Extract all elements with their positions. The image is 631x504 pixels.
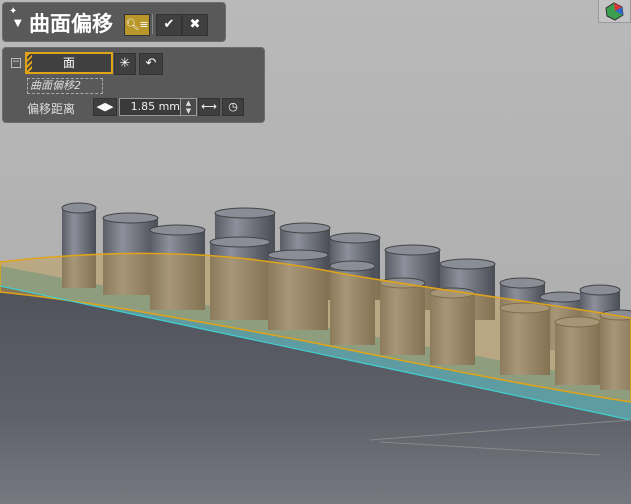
cylinder-top — [267, 249, 329, 261]
cylinder-top — [384, 244, 441, 256]
cylinder-top — [102, 212, 159, 224]
filter-icon: 🔍︎≡ — [125, 18, 149, 31]
close-icon: ✖ — [189, 17, 201, 32]
collapse-toggle[interactable]: − — [11, 58, 21, 68]
cylinder-top — [209, 236, 271, 248]
ok-button[interactable]: ✔ — [156, 14, 182, 36]
cylinder-top — [579, 284, 621, 296]
command-title: 曲面偏移 — [29, 12, 113, 36]
face-picker[interactable]: 面 — [25, 52, 113, 74]
distance-label: 偏移距离 — [27, 102, 76, 116]
flip-arrows-icon: ◀▶ — [96, 100, 114, 113]
cylinder-top — [439, 258, 496, 270]
flip-direction-button[interactable]: ◀▶ — [93, 98, 117, 116]
select-all-button[interactable]: ✳ — [114, 53, 136, 75]
options-panel: − 面 ✳ ↶ 曲面偏移2 偏移距离 ◀▶ 1.85 mm ▲ ▼ ⟷ ◷ — [2, 47, 265, 123]
sparkle-icon: ✳ — [119, 56, 131, 71]
undo-icon: ↶ — [145, 56, 157, 71]
distance-spinner[interactable]: ▲ ▼ — [180, 98, 197, 116]
clock-icon: ◷ — [228, 100, 238, 113]
distance-input[interactable]: 1.85 mm — [119, 98, 185, 116]
divider — [152, 14, 153, 34]
view-cube[interactable] — [598, 0, 631, 23]
cylinder-top — [329, 232, 381, 244]
view-cube-icon — [605, 2, 624, 21]
collapse-triangle-icon[interactable]: ▼ — [14, 18, 22, 29]
filter-button[interactable]: 🔍︎≡ — [124, 14, 150, 36]
pin-icon[interactable]: ✦ — [9, 6, 17, 17]
cancel-button[interactable]: ✖ — [182, 14, 208, 36]
cylinder-top — [329, 260, 376, 272]
command-header: ✦ ▼ 曲面偏移 🔍︎≡ ✔ ✖ — [2, 2, 226, 42]
ruler-icon: ⟷ — [201, 100, 217, 113]
cylinder-top — [279, 222, 331, 234]
check-icon: ✔ — [163, 17, 175, 32]
feature-name-field[interactable]: 曲面偏移2 — [27, 78, 103, 94]
cylinder-top — [214, 207, 276, 219]
face-label: 面 — [62, 56, 75, 70]
options-button[interactable]: ◷ — [222, 98, 244, 116]
cylinder-top — [61, 202, 97, 214]
cylinder-top — [539, 291, 586, 303]
cylinder-top — [499, 277, 546, 289]
measure-button[interactable]: ⟷ — [198, 98, 220, 116]
undo-button[interactable]: ↶ — [139, 53, 163, 75]
cylinder-top — [149, 224, 206, 236]
